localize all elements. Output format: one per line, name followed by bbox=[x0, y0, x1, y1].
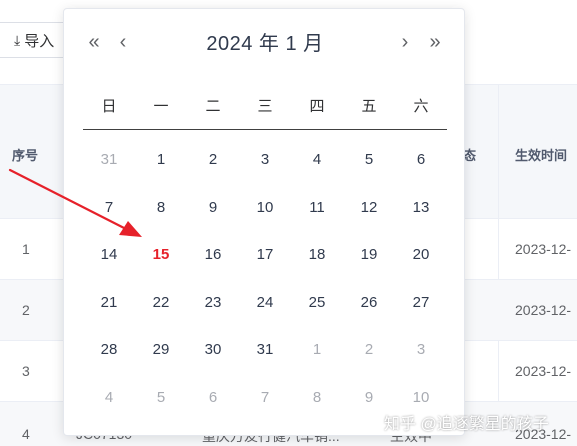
picker-title-text: 2024 年 1 月 bbox=[206, 33, 324, 55]
calendar-day[interactable]: 2 bbox=[187, 151, 239, 168]
row-effective-time: 2023-12- bbox=[515, 363, 572, 379]
calendar-week-row: 21 22 23 24 25 26 27 bbox=[83, 279, 447, 327]
calendar-day[interactable]: 9 bbox=[187, 199, 239, 216]
calendar-week-row: 31 1 2 3 4 5 6 bbox=[83, 136, 447, 184]
calendar-day[interactable]: 1 bbox=[291, 341, 343, 358]
calendar-day[interactable]: 28 bbox=[83, 341, 135, 358]
calendar-day[interactable]: 8 bbox=[291, 389, 343, 406]
calendar-day[interactable]: 9 bbox=[343, 389, 395, 406]
calendar-day[interactable]: 2 bbox=[343, 341, 395, 358]
next-month-button[interactable]: › bbox=[393, 29, 417, 55]
calendar-day[interactable]: 27 bbox=[395, 294, 447, 311]
watermark: 知乎 @追逐繁星的孩子 bbox=[384, 416, 549, 433]
row-index: 4 bbox=[22, 426, 30, 442]
calendar-day[interactable]: 7 bbox=[239, 389, 291, 406]
weekday-header: 日 一 二 三 四 五 六 bbox=[83, 95, 447, 116]
calendar-day[interactable]: 6 bbox=[395, 151, 447, 168]
calendar-week-row: 14 15 16 17 18 19 20 bbox=[83, 231, 447, 279]
calendar-day[interactable]: 18 bbox=[291, 246, 343, 263]
calendar-week-row: 7 8 9 10 11 12 13 bbox=[83, 184, 447, 232]
calendar-day[interactable]: 7 bbox=[83, 199, 135, 216]
calendar-day[interactable]: 4 bbox=[291, 151, 343, 168]
calendar-day[interactable]: 21 bbox=[83, 294, 135, 311]
calendar-day[interactable]: 5 bbox=[135, 389, 187, 406]
calendar-day-today[interactable]: 15 bbox=[135, 246, 187, 263]
calendar-day[interactable]: 11 bbox=[291, 199, 343, 216]
calendar-day[interactable]: 31 bbox=[83, 151, 135, 168]
calendar-day[interactable]: 8 bbox=[135, 199, 187, 216]
weekday-label: 四 bbox=[309, 98, 325, 115]
calendar-day[interactable]: 10 bbox=[239, 199, 291, 216]
calendar-day[interactable]: 13 bbox=[395, 199, 447, 216]
calendar-day[interactable]: 14 bbox=[83, 246, 135, 263]
calendar-day[interactable]: 19 bbox=[343, 246, 395, 263]
row-effective-time: 2023-12- bbox=[515, 302, 572, 318]
row-index: 3 bbox=[22, 363, 30, 379]
calendar-day[interactable]: 16 bbox=[187, 246, 239, 263]
calendar-day[interactable]: 3 bbox=[239, 151, 291, 168]
calendar-day[interactable]: 10 bbox=[395, 389, 447, 406]
calendar-day[interactable]: 25 bbox=[291, 294, 343, 311]
weekday-label: 五 bbox=[361, 98, 377, 115]
calendar-day[interactable]: 23 bbox=[187, 294, 239, 311]
calendar-day[interactable]: 29 bbox=[135, 341, 187, 358]
calendar-day[interactable]: 24 bbox=[239, 294, 291, 311]
calendar-day[interactable]: 30 bbox=[187, 341, 239, 358]
calendar-day[interactable]: 31 bbox=[239, 341, 291, 358]
calendar-day[interactable]: 12 bbox=[343, 199, 395, 216]
calendar-day[interactable]: 6 bbox=[187, 389, 239, 406]
weekday-divider bbox=[83, 129, 447, 130]
download-icon: ⤓ bbox=[14, 31, 21, 48]
row-index: 1 bbox=[22, 241, 30, 257]
row-effective-time: 2023-12- bbox=[515, 241, 572, 257]
row-index: 2 bbox=[22, 302, 30, 318]
calendar-day[interactable]: 20 bbox=[395, 246, 447, 263]
import-button-label: 导入 bbox=[24, 32, 55, 50]
calendar-day[interactable]: 26 bbox=[343, 294, 395, 311]
calendar-day[interactable]: 3 bbox=[395, 341, 447, 358]
weekday-label: 日 bbox=[101, 98, 117, 115]
weekday-label: 二 bbox=[205, 98, 221, 115]
weekday-label: 六 bbox=[413, 98, 429, 115]
calendar-week-row: 28 29 30 31 1 2 3 bbox=[83, 326, 447, 374]
calendar-day[interactable]: 17 bbox=[239, 246, 291, 263]
calendar-day[interactable]: 1 bbox=[135, 151, 187, 168]
next-year-button[interactable]: » bbox=[423, 29, 447, 55]
weekday-label: 一 bbox=[153, 98, 169, 115]
header-index: 序号 bbox=[12, 148, 39, 163]
calendar-day[interactable]: 4 bbox=[83, 389, 135, 406]
day-grid: 31 1 2 3 4 5 6 7 8 9 10 11 12 13 14 15 16 17 18 19 20 21 22 23 2… bbox=[83, 136, 447, 421]
header-effective-time: 生效时间 bbox=[515, 148, 568, 163]
date-picker-panel: « ‹ 2024 年 1 月 › » 日 一 二 三 四 五 六 31 1 2 3 4 5… bbox=[63, 8, 465, 436]
calendar-day[interactable]: 22 bbox=[135, 294, 187, 311]
weekday-label: 三 bbox=[257, 98, 273, 115]
calendar-day[interactable]: 5 bbox=[343, 151, 395, 168]
